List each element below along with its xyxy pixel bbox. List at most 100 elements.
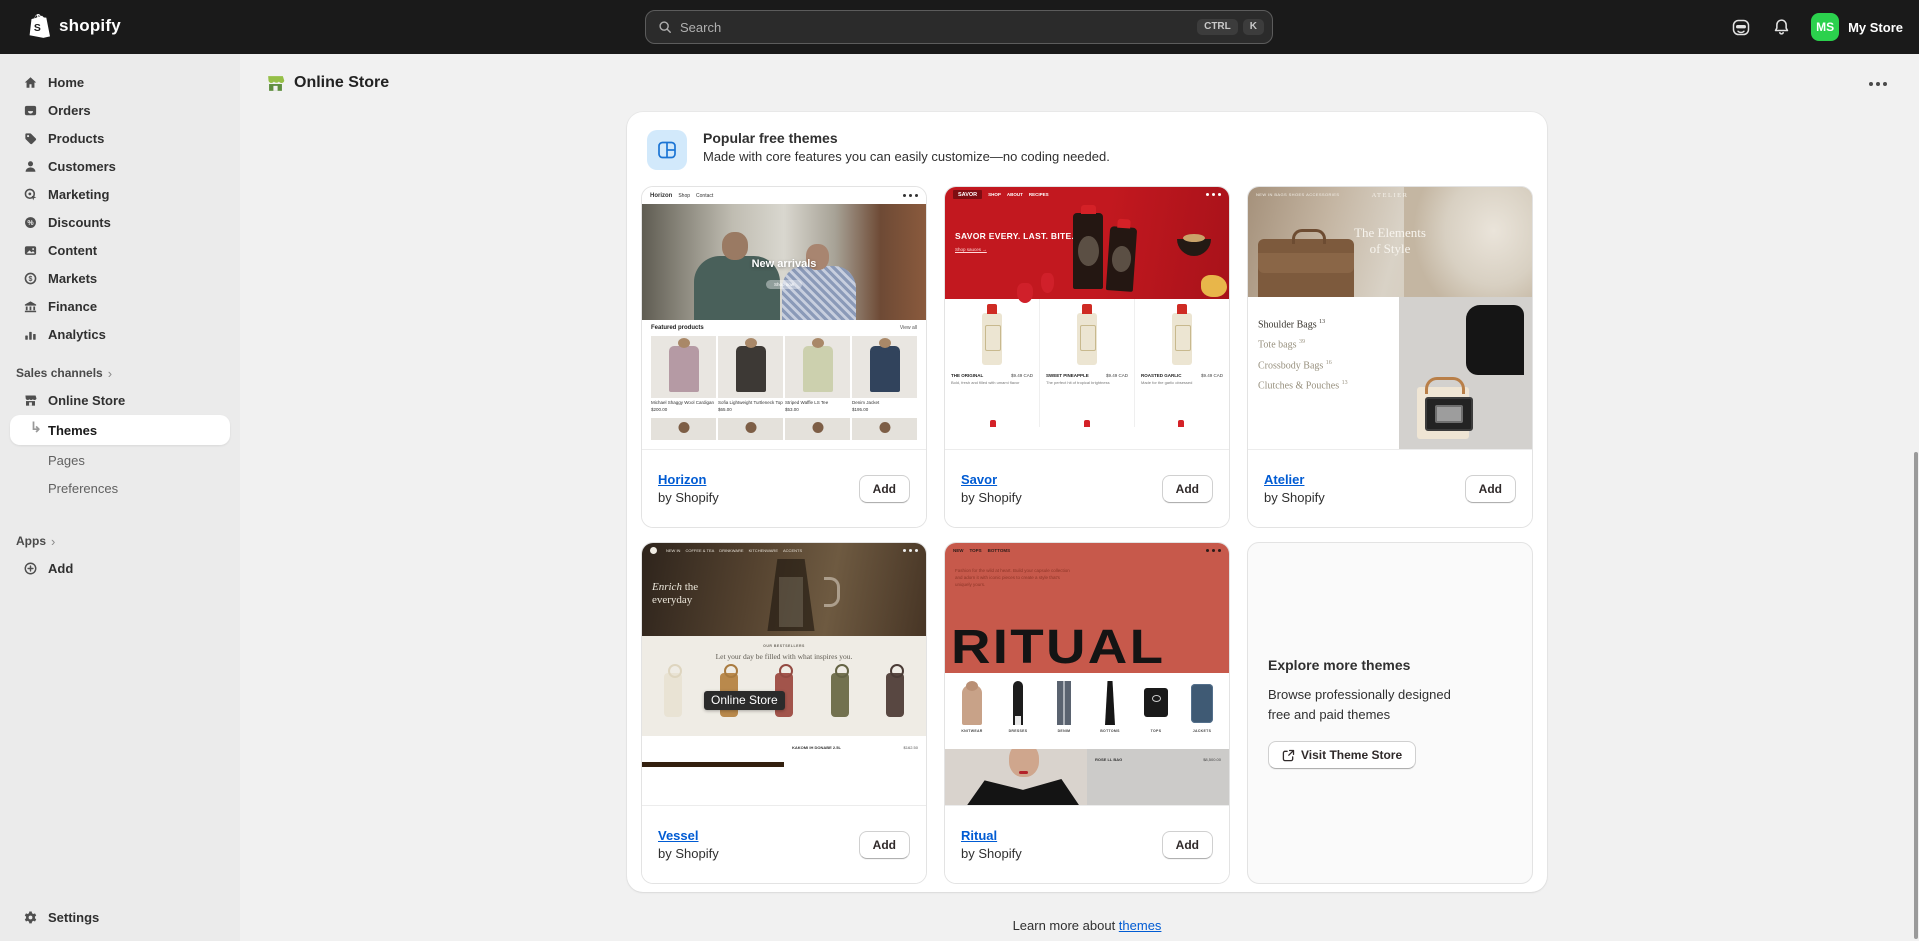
mini-nav-item: SHOP [988,192,1001,197]
sidebar-nav: Home Orders Products Customers Marketing… [0,54,240,348]
shopify-admin: S shopify CTRL K [0,0,1919,941]
sidebar-item-marketing[interactable]: Marketing [0,180,240,208]
mini-nav-item: Shop [678,193,690,199]
search-input[interactable] [680,20,1192,35]
mini-product-name: Striped Waffle LS Tee [785,400,828,405]
themes-help-link[interactable]: themes [1119,918,1162,933]
global-search[interactable]: CTRL K [645,10,1273,44]
mini-product-name: Michael Shaggy Wool Cardigan [651,400,714,405]
theme-preview-savor[interactable]: SAVORSHOPABOUTRECIPES SAVOR EVERY. LAST.… [945,187,1229,449]
page-scrollbar[interactable] [1914,452,1918,939]
sidebar-item-finance[interactable]: Finance [0,292,240,320]
content-icon [22,242,38,258]
cursor-tooltip: Online Store [704,691,785,710]
sidebar-item-preferences[interactable]: Preferences [0,474,240,502]
sidebar-item-customers[interactable]: Customers [0,152,240,180]
sidebar-item-discounts[interactable]: % Discounts [0,208,240,236]
theme-preview-ritual[interactable]: NEWTOPSBOTTOMS Fashion for the wild at h… [945,543,1229,805]
hero-image: NEWTOPSBOTTOMS Fashion for the wild at h… [945,543,1229,673]
sidebar-item-products[interactable]: Products [0,124,240,152]
storefront-icon [22,392,38,408]
category-count: 39 [1299,339,1305,345]
topbar-right: MS My Store [1731,0,1903,54]
sidebar-item-markets[interactable]: $ Markets [0,264,240,292]
sidebar-item-home[interactable]: Home [0,68,240,96]
sidebar-item-label: Products [48,131,104,146]
sidebar-item-pages[interactable]: Pages [0,446,240,474]
mini-nav-item: COFFEE & TEA [685,548,714,553]
search-icon [658,20,672,34]
add-theme-button[interactable]: Add [1465,475,1516,503]
add-theme-button[interactable]: Add [1162,475,1213,503]
theme-name-link[interactable]: Vessel [658,828,719,843]
mini-product-price: $65.00 [718,407,732,412]
sidebar-item-content[interactable]: Content [0,236,240,264]
theme-name-link[interactable]: Horizon [658,472,719,487]
explore-text: Browse professionally designed [1268,687,1451,702]
sidebar-item-label: Orders [48,103,91,118]
card-header: Popular free themes Made with core featu… [627,112,1547,182]
visit-theme-store-label: Visit Theme Store [1301,748,1402,762]
mini-product-name: SWEET PINEAPPLE [1046,373,1089,378]
add-theme-button[interactable]: Add [859,831,910,859]
sidebar-item-label: Customers [48,159,116,174]
sidebar-item-add-app[interactable]: Add [0,554,240,582]
sidebar-item-label: Online Store [48,393,125,408]
category-count: 13 [1319,319,1325,325]
hero-image: New arrivals Shop now [642,204,926,320]
section-subtitle: Made with core features you can easily c… [703,149,1110,164]
apps-header[interactable]: Apps › [0,528,240,554]
theme-author: by Shopify [658,490,719,505]
sidekick-button[interactable] [1731,17,1751,37]
sidebar-item-themes[interactable]: ↳ Themes [10,415,230,445]
shopify-logo[interactable]: S shopify [28,13,121,39]
sales-channels-header[interactable]: Sales channels › [0,360,240,386]
theme-preview-vessel[interactable]: NEW INCOFFEE & TEADRINKWAREKITCHENWAREAC… [642,543,926,805]
sales-channels-label: Sales channels [16,366,103,380]
theme-preview-horizon[interactable]: HorizonShopContact New arrivals Shop now… [642,187,926,449]
theme-preview-atelier[interactable]: NEW IN BAGS SHOES ACCESSORIES ATELIER Th… [1248,187,1532,449]
mini-product-price: $200.00 [651,407,667,412]
visit-theme-store-button[interactable]: Visit Theme Store [1268,741,1416,769]
sidebar-item-orders[interactable]: Orders [0,96,240,124]
sidebar-item-online-store[interactable]: Online Store [0,386,240,414]
store-name: My Store [1848,20,1903,35]
svg-text:$: $ [28,275,32,282]
plus-circle-icon [22,560,38,576]
explore-title: Explore more themes [1268,657,1512,673]
notifications-button[interactable] [1771,17,1791,37]
category-label: KNITWEAR [951,729,993,733]
mini-nav-item: NEW [953,548,964,553]
mini-product-price: $8,500.00 [1203,757,1221,805]
add-theme-button[interactable]: Add [859,475,910,503]
sidebar-item-label: Marketing [48,187,109,202]
hero-button: Shop now [766,280,802,289]
account-menu[interactable]: MS My Store [1811,13,1903,41]
mini-product-price: $162.50 [904,745,918,805]
apps-label: Apps [16,534,46,548]
sidebar-item-label: Preferences [48,481,118,496]
mini-product-price: $9.49 CAD [1201,373,1223,378]
theme-name-link[interactable]: Savor [961,472,1022,487]
svg-text:%: % [27,219,34,226]
overflow-menu-icon[interactable] [1865,78,1891,90]
topbar: S shopify CTRL K [0,0,1919,54]
page-header: Online Store [240,54,1919,112]
theme-name-link[interactable]: Ritual [961,828,1022,843]
sidebar-item-label: Settings [48,910,99,925]
page-title: Online Store [294,74,389,92]
external-link-icon [1282,749,1295,762]
themes-icon [647,130,687,170]
hero-title: Enrich [652,581,682,593]
mini-nav-item: ACCENTS [783,548,802,553]
category-label: Crossbody Bags [1258,360,1323,371]
mini-nav-logo: ATELIER [1248,192,1532,199]
add-theme-button[interactable]: Add [1162,831,1213,859]
sidebar-item-analytics[interactable]: Analytics [0,320,240,348]
theme-card-savor: SAVORSHOPABOUTRECIPES SAVOR EVERY. LAST.… [944,186,1230,528]
sidebar-item-settings[interactable]: Settings [0,903,240,931]
sidebar-item-label: Themes [48,423,97,438]
theme-name-link[interactable]: Atelier [1264,472,1325,487]
hero-link: Shop sauces → [955,247,987,252]
sidebar: Home Orders Products Customers Marketing… [0,54,240,941]
